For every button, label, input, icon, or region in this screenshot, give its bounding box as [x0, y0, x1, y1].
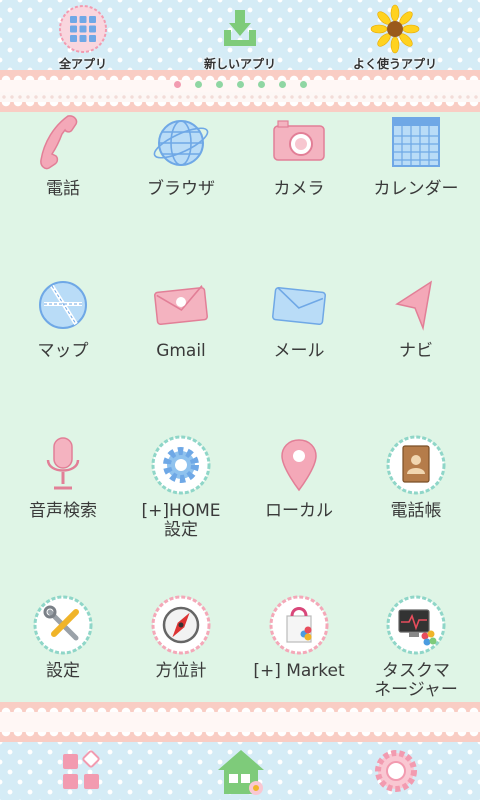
camera-icon [273, 120, 325, 161]
app-home-settings[interactable]: [+]HOME 設定 [122, 434, 240, 540]
app-navigation[interactable]: ナビ [357, 274, 475, 361]
location-pin-icon [281, 439, 317, 492]
frequent-apps-button[interactable]: よく使うアプリ [335, 4, 455, 72]
gmail-envelope-icon [154, 285, 208, 325]
app-phone[interactable]: 電話 [4, 112, 122, 199]
all-apps-button[interactable]: 全アプリ [23, 4, 143, 72]
lace-divider [0, 732, 480, 742]
page-dot [215, 81, 223, 88]
app-label: カレンダー [373, 179, 459, 199]
market-bag-icon [269, 595, 329, 655]
app-grid: 電話 ブラウザ カメラ カレンダー マップ Gmail メール ナビ 音声検索 … [0, 112, 480, 702]
app-label: ローカル [265, 501, 333, 521]
microphone-icon [46, 437, 80, 490]
mail-envelope-icon [272, 287, 326, 325]
map-icon [39, 281, 87, 329]
lace-band [0, 712, 480, 732]
compass-icon [151, 595, 211, 655]
contacts-book-icon [386, 435, 446, 495]
app-task-manager[interactable]: タスクマ ネージャー [357, 594, 475, 700]
page-dot [257, 81, 265, 88]
all-apps-grid-icon [59, 5, 107, 53]
app-label: 方位計 [155, 661, 207, 681]
phone-icon [40, 115, 78, 170]
app-label: 電話 [46, 179, 80, 199]
app-camera[interactable]: カメラ [240, 112, 358, 199]
app-contacts[interactable]: 電話帳 [357, 434, 475, 521]
page-dot [299, 81, 307, 88]
app-label: [+] Market [253, 661, 345, 681]
app-label: Gmail [156, 341, 206, 361]
app-local[interactable]: ローカル [240, 434, 358, 521]
page-dot [194, 81, 202, 88]
home-house-icon [218, 750, 264, 795]
lace-divider [0, 702, 480, 712]
tools-icon [33, 595, 93, 655]
app-label: ナビ [399, 341, 433, 361]
page-dot-active [173, 81, 181, 88]
page-dot [278, 81, 286, 88]
lace-divider [0, 102, 480, 112]
app-label: ブラウザ [147, 179, 215, 199]
home-button[interactable] [210, 744, 272, 798]
lace-divider [0, 92, 480, 102]
calendar-icon [392, 117, 440, 167]
settings-button[interactable] [366, 744, 426, 798]
app-label: [+]HOME 設定 [141, 501, 221, 540]
app-gmail[interactable]: Gmail [122, 274, 240, 361]
new-apps-button[interactable]: 新しいアプリ [180, 4, 300, 72]
app-label: カメラ [273, 179, 325, 199]
app-compass[interactable]: 方位計 [122, 594, 240, 681]
app-label: マップ [37, 341, 89, 361]
app-market[interactable]: [+] Market [240, 594, 358, 681]
settings-flower-icon [375, 750, 417, 792]
app-drawer-grid-icon [63, 750, 100, 789]
app-browser[interactable]: ブラウザ [122, 112, 240, 199]
gear-icon [151, 435, 211, 495]
app-label: 音声検索 [29, 501, 97, 521]
app-label: 電話帳 [390, 501, 442, 521]
navigation-arrow-icon [395, 280, 433, 331]
app-label: 設定 [46, 661, 80, 681]
app-mail[interactable]: メール [240, 274, 358, 361]
sunflower-favorites-icon [370, 4, 420, 54]
globe-icon [153, 120, 209, 166]
dock-bar [0, 742, 480, 800]
top-shortcut-bar: 全アプリ 新しいアプリ よく使うアプリ [0, 0, 480, 74]
task-manager-monitor-icon [386, 595, 446, 655]
app-calendar[interactable]: カレンダー [357, 112, 475, 199]
app-drawer-button[interactable] [52, 744, 112, 798]
page-dot [236, 81, 244, 88]
app-maps[interactable]: マップ [4, 274, 122, 361]
page-indicator [0, 76, 480, 90]
app-voice-search[interactable]: 音声検索 [4, 434, 122, 521]
app-settings[interactable]: 設定 [4, 594, 122, 681]
new-apps-download-icon [224, 10, 256, 46]
app-label: メール [273, 341, 325, 361]
app-label: タスクマ ネージャー [374, 661, 458, 700]
